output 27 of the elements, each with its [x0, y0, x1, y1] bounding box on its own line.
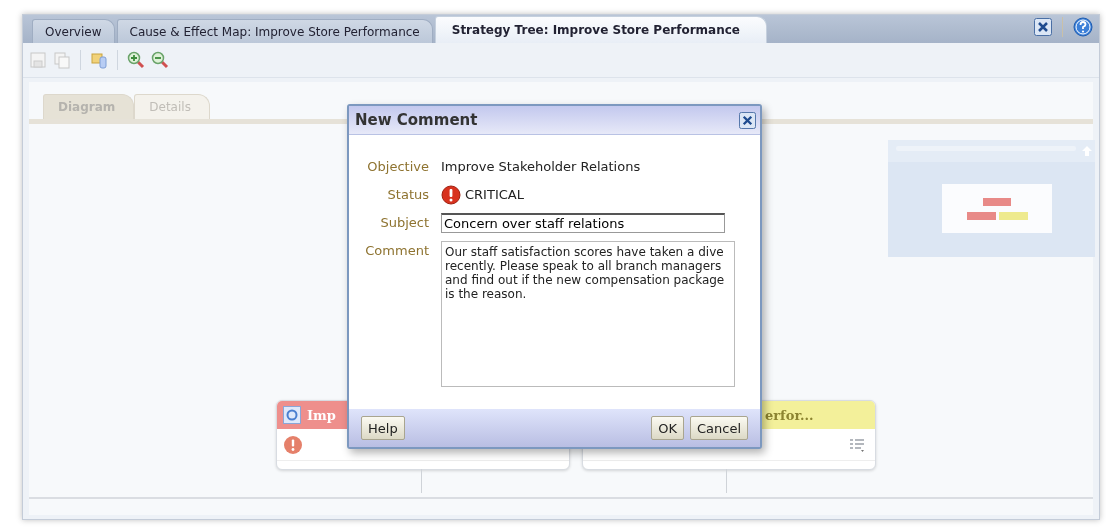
tab[interactable]: Cause & Effect Map: Improve Store Performance: [116, 19, 433, 43]
dialog-title: New Comment: [355, 111, 478, 129]
help-icon[interactable]: [1073, 17, 1093, 37]
node-title: Imp: [307, 407, 336, 423]
list-icon[interactable]: [849, 436, 865, 453]
help-button[interactable]: Help: [361, 416, 405, 440]
tab[interactable]: Overview: [32, 19, 115, 43]
close-icon[interactable]: [739, 111, 756, 129]
field-label: Status: [386, 186, 429, 204]
field-label: Subject: [379, 214, 429, 232]
close-icon[interactable]: [1034, 18, 1052, 36]
ok-button[interactable]: OK: [651, 416, 684, 440]
comment-field[interactable]: Our staff satisfaction scores have taken a dive recently. Please speak to all branch managers and find out if the new compensation package is the reason.: [441, 241, 735, 387]
cancel-button[interactable]: Cancel: [689, 416, 748, 440]
field-label: Comment: [364, 242, 429, 260]
map-icon[interactable]: [90, 51, 108, 69]
status-value: CRITICAL: [465, 186, 524, 204]
objective-icon: [283, 406, 301, 424]
subject-field[interactable]: Concern over staff relations: [441, 213, 725, 233]
tab[interactable]: Strategy Tree: Improve Store Performance: [434, 16, 767, 43]
critical-icon: [441, 185, 461, 205]
critical-icon: [283, 434, 303, 455]
objective-value: Improve Stakeholder Relations: [441, 158, 641, 176]
zoom-out-icon[interactable]: [151, 51, 169, 69]
node-title: erfor...: [765, 407, 814, 423]
zoom-in-icon[interactable]: [127, 51, 145, 69]
field-label: Objective: [366, 158, 429, 176]
